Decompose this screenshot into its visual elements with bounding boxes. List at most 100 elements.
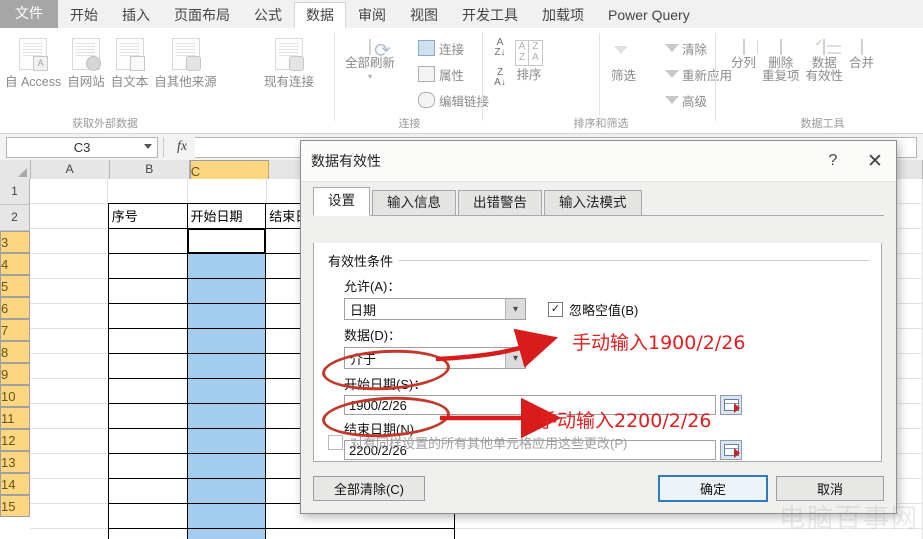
cell-A11[interactable]: [30, 429, 109, 454]
row-header-5[interactable]: 5: [0, 275, 30, 297]
sort-desc-icon[interactable]: Z A↓: [492, 68, 508, 88]
row-header-7[interactable]: 7: [0, 319, 30, 341]
cell-A14[interactable]: [30, 504, 109, 529]
cell-B9[interactable]: [107, 378, 188, 404]
dialog-tab-input-message[interactable]: 输入信息: [372, 190, 456, 215]
help-icon[interactable]: ?: [812, 142, 854, 180]
row-header-2[interactable]: 2: [0, 205, 30, 231]
tab-power-query[interactable]: Power Query: [596, 2, 702, 28]
row-header-15[interactable]: 15: [0, 495, 30, 517]
cell-B6[interactable]: [107, 303, 188, 329]
dropdown-caret[interactable]: ▾: [345, 70, 395, 83]
row-header-11[interactable]: 11: [0, 407, 30, 429]
dialog-tab-settings[interactable]: 设置: [313, 187, 370, 216]
ribbon-button-properties[interactable]: 属性: [418, 61, 489, 87]
sort-asc-icon[interactable]: A Z↓: [492, 38, 508, 58]
cell-C9[interactable]: [186, 378, 267, 404]
row-header-14[interactable]: 14: [0, 473, 30, 495]
cell-C11[interactable]: [186, 428, 267, 454]
ignore-blank-checkbox[interactable]: ✓: [548, 301, 563, 317]
cell-A6[interactable]: [30, 304, 109, 329]
cell-A13[interactable]: [30, 479, 109, 504]
row-header-13[interactable]: 13: [0, 451, 30, 473]
row-header-4[interactable]: 4: [0, 253, 30, 275]
cell-A1[interactable]: [30, 179, 109, 204]
row-header-8[interactable]: 8: [0, 341, 30, 363]
cell-A9[interactable]: [30, 379, 109, 404]
cell-C5[interactable]: [186, 278, 267, 304]
cell-C10[interactable]: [186, 403, 267, 429]
tab-addins[interactable]: 加载项: [530, 2, 596, 28]
ribbon-button-from-other-sources[interactable]: 自其他来源: [151, 34, 220, 93]
cell-C1[interactable]: [187, 179, 268, 204]
apply-all-row[interactable]: 对有同样设置的所有其他单元格应用这些更改(P): [328, 433, 627, 452]
end-range-picker-button[interactable]: [720, 440, 742, 460]
allow-select[interactable]: 日期 ▾: [344, 298, 526, 320]
ribbon-button-from-web[interactable]: 自网站: [64, 34, 108, 93]
tab-developer[interactable]: 开发工具: [450, 2, 530, 28]
cell-A4[interactable]: [30, 254, 109, 279]
tab-page-layout[interactable]: 页面布局: [162, 2, 242, 28]
ribbon-button-connections[interactable]: 连接: [418, 35, 489, 61]
tab-review[interactable]: 审阅: [346, 2, 398, 28]
cell-C4[interactable]: [186, 253, 267, 279]
cell-B15[interactable]: [107, 528, 188, 539]
cell-C6[interactable]: [186, 303, 267, 329]
cell-C15[interactable]: [186, 528, 267, 539]
ribbon-button-from-access[interactable]: A 自 Access: [2, 34, 64, 93]
dialog-tab-ime-mode[interactable]: 输入法模式: [544, 190, 642, 215]
cell-B11[interactable]: [107, 428, 188, 454]
chevron-down-icon[interactable]: ▾: [505, 299, 525, 319]
cell-B4[interactable]: [107, 253, 188, 279]
cell-C13[interactable]: [186, 478, 267, 504]
ribbon-button-consolidate[interactable]: 合并: [846, 36, 877, 87]
select-all-corner[interactable]: [0, 160, 31, 179]
cell-A12[interactable]: [30, 454, 109, 479]
ok-button[interactable]: 确定: [658, 475, 768, 502]
close-icon[interactable]: ✕: [854, 142, 896, 180]
row-header-3[interactable]: 3: [0, 231, 30, 253]
cell-C14[interactable]: [186, 503, 267, 529]
row-header-6[interactable]: 6: [0, 297, 30, 319]
chevron-down-icon[interactable]: [144, 143, 152, 149]
row-header-9[interactable]: 9: [0, 363, 30, 385]
cell-B13[interactable]: [107, 478, 188, 504]
tab-file[interactable]: 文件: [0, 0, 58, 28]
ribbon-button-refresh-all[interactable]: 全部刷新 ▾: [342, 36, 398, 87]
cell-B14[interactable]: [107, 503, 188, 529]
tab-formulas[interactable]: 公式: [242, 2, 294, 28]
cell-D15[interactable]: [265, 528, 455, 539]
cell-B1[interactable]: [108, 179, 188, 204]
row-header-1[interactable]: 1: [0, 179, 30, 205]
cell-B5[interactable]: [107, 278, 188, 304]
cell-B8[interactable]: [107, 353, 188, 379]
tab-insert[interactable]: 插入: [110, 2, 162, 28]
cell-B12[interactable]: [107, 453, 188, 479]
chevron-down-icon[interactable]: ▾: [505, 348, 525, 368]
cell-A5[interactable]: [30, 279, 109, 304]
ribbon-button-from-text[interactable]: 自文本: [108, 34, 152, 93]
ribbon-button-remove-duplicates[interactable]: 删除 重复项: [759, 36, 803, 87]
data-select[interactable]: 介于 ▾: [344, 347, 526, 369]
apply-all-checkbox[interactable]: [328, 435, 343, 450]
cell-B7[interactable]: [107, 328, 188, 354]
cell-C12[interactable]: [186, 453, 267, 479]
ribbon-button-existing-connection[interactable]: 现有连接: [261, 34, 317, 93]
ribbon-button-text-to-columns[interactable]: 分列: [728, 36, 759, 87]
column-header-b[interactable]: B: [109, 160, 190, 179]
cell-A7[interactable]: [30, 329, 109, 354]
row-header-12[interactable]: 12: [0, 429, 30, 451]
column-header-a[interactable]: A: [30, 160, 110, 179]
insert-function-icon[interactable]: fx: [169, 139, 195, 155]
tab-home[interactable]: 开始: [58, 2, 110, 28]
cell-A3[interactable]: [30, 229, 109, 254]
ignore-blank-row[interactable]: ✓ 忽略空值(B): [548, 300, 638, 319]
clear-all-button[interactable]: 全部清除(C): [313, 476, 425, 501]
cell-C7[interactable]: [186, 328, 267, 354]
cell-A2[interactable]: [30, 204, 109, 229]
name-box[interactable]: C3: [6, 136, 158, 158]
row-header-10[interactable]: 10: [0, 385, 30, 407]
cell-A10[interactable]: [30, 404, 109, 429]
tab-data[interactable]: 数据: [294, 2, 346, 28]
tab-view[interactable]: 视图: [398, 2, 450, 28]
